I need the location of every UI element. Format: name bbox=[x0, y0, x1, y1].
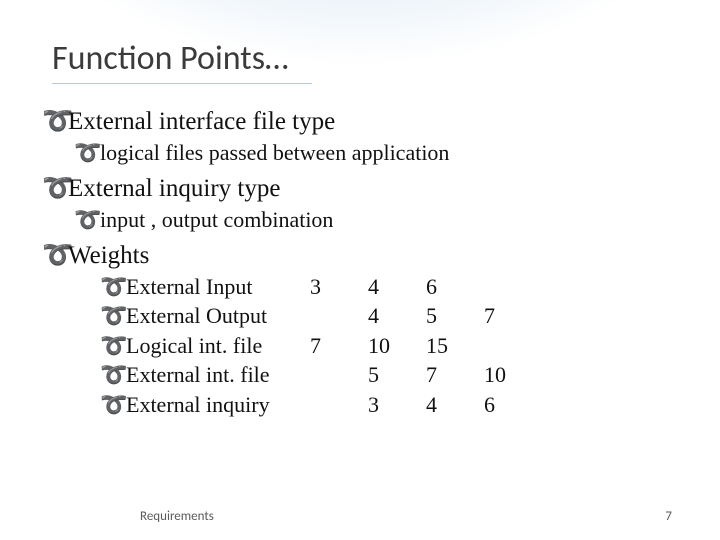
weights-cell: 6 bbox=[484, 391, 542, 419]
weights-row-label: External Output bbox=[126, 302, 267, 330]
weights-rows: ➰External Input 3 4 6 ➰External Output 4… bbox=[100, 273, 672, 419]
weights-row: ➰External Input 3 4 6 bbox=[100, 273, 672, 301]
weights-cell: 15 bbox=[426, 332, 484, 360]
weights-cell: 3 bbox=[368, 391, 426, 419]
slide-title: Function Points… bbox=[52, 38, 312, 84]
weights-section: ➰Weights ➰External Input 3 4 6 ➰External… bbox=[48, 240, 672, 419]
weights-cell: 10 bbox=[484, 361, 542, 389]
weights-cell: 7 bbox=[310, 332, 368, 360]
bullet-eif-sub: ➰logical files passed between applicatio… bbox=[100, 139, 672, 167]
weights-row: ➰External inquiry 3 4 6 bbox=[100, 391, 672, 419]
slide: Function Points… ➰External interface fil… bbox=[0, 0, 720, 540]
bullet-weights-heading: ➰Weights bbox=[68, 240, 672, 271]
weights-cell: 7 bbox=[484, 302, 542, 330]
weights-row-label: External inquiry bbox=[126, 391, 270, 419]
text: External inquiry type bbox=[68, 175, 280, 202]
weights-cell: 6 bbox=[426, 273, 484, 301]
bullet-eit-sub: ➰input , output combination bbox=[100, 206, 672, 234]
weights-cell: 5 bbox=[368, 361, 426, 389]
slide-body: ➰External interface file type ➰logical f… bbox=[48, 106, 672, 418]
text: input , output combination bbox=[100, 207, 333, 232]
weights-cell: 5 bbox=[426, 302, 484, 330]
bullet-icon: ➰ bbox=[100, 361, 126, 389]
bullet-icon: ➰ bbox=[42, 240, 68, 271]
weights-row: ➰Logical int. file 7 10 15 bbox=[100, 332, 672, 360]
weights-cell: 4 bbox=[426, 391, 484, 419]
text: logical files passed between application bbox=[100, 140, 449, 165]
weights-cell: 3 bbox=[310, 273, 368, 301]
weights-row: ➰External int. file 5 7 10 bbox=[100, 361, 672, 389]
weights-cell: 10 bbox=[368, 332, 426, 360]
weights-row-label: Logical int. file bbox=[126, 332, 262, 360]
text: External interface file type bbox=[68, 108, 335, 135]
footer-left: Requirements bbox=[140, 509, 214, 524]
text: Weights bbox=[68, 242, 149, 269]
footer: Requirements 7 bbox=[0, 509, 720, 524]
bullet-icon: ➰ bbox=[74, 139, 100, 167]
bullet-icon: ➰ bbox=[100, 391, 126, 419]
bullet-icon: ➰ bbox=[42, 173, 68, 204]
bullet-eit-heading: ➰External inquiry type bbox=[68, 173, 672, 204]
bullet-icon: ➰ bbox=[100, 273, 126, 301]
weights-cell: 4 bbox=[368, 273, 426, 301]
bullet-icon: ➰ bbox=[74, 206, 100, 234]
weights-row-label: External int. file bbox=[126, 361, 270, 389]
bullet-icon: ➰ bbox=[100, 332, 126, 360]
weights-row: ➰External Output 4 5 7 bbox=[100, 302, 672, 330]
bullet-eif-heading: ➰External interface file type bbox=[68, 106, 672, 137]
bullet-icon: ➰ bbox=[100, 302, 126, 330]
weights-cell: 4 bbox=[368, 302, 426, 330]
weights-row-label: External Input bbox=[126, 273, 252, 301]
weights-cell: 7 bbox=[426, 361, 484, 389]
bullet-icon: ➰ bbox=[42, 106, 68, 137]
page-number: 7 bbox=[665, 509, 672, 524]
